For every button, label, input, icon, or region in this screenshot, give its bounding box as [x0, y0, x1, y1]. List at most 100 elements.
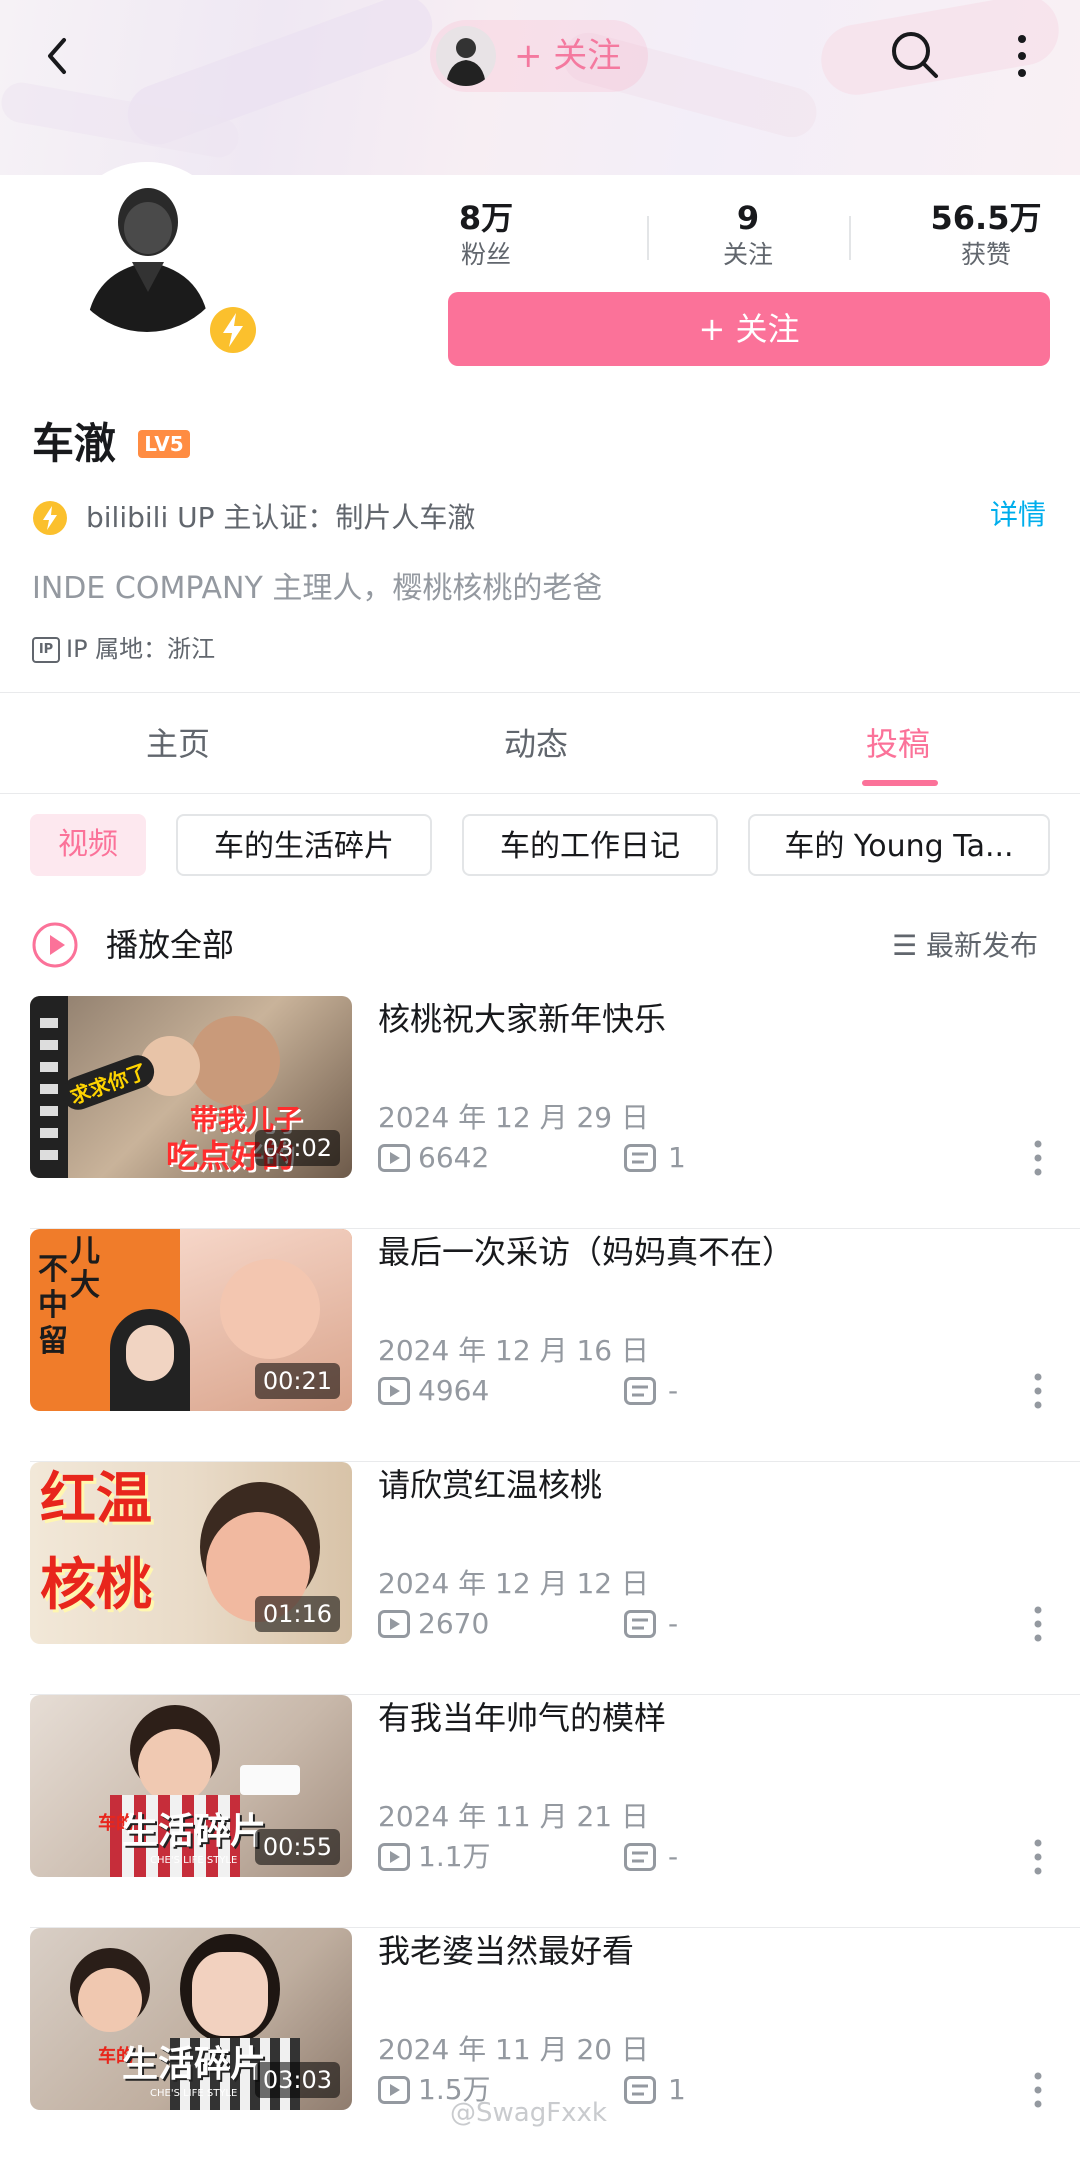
- stat-following-label: 关注: [722, 240, 773, 269]
- tab-home[interactable]: 主页: [146, 720, 210, 768]
- video-duration: 00:21: [254, 1363, 340, 1399]
- divider: [0, 793, 1080, 794]
- chip-videos[interactable]: 视频: [30, 814, 146, 876]
- video-item[interactable]: 红温 核桃 01:16 请欣赏红温核桃 2024 年 12 月 12 日 267…: [0, 1462, 1080, 1695]
- thumb-caption: 留: [38, 1324, 68, 1359]
- play-count: 4964: [418, 1374, 490, 1407]
- video-date: 2024 年 11 月 20 日: [378, 2033, 650, 2066]
- danmaku-count: 1: [668, 2073, 686, 2106]
- profile-name: 车澈: [32, 419, 117, 468]
- chip-life-fragments[interactable]: 车的生活碎片: [176, 814, 432, 876]
- stat-following[interactable]: 9 关注: [668, 198, 828, 272]
- back-arrow-icon[interactable]: [40, 34, 76, 78]
- video-date: 2024 年 12 月 29 日: [378, 1101, 650, 1134]
- stat-following-value: 9: [736, 199, 760, 237]
- video-title[interactable]: 请欣赏红温核桃: [378, 1462, 602, 1508]
- video-meta: 6642 1: [378, 1138, 1038, 1178]
- video-meta: 2670 -: [378, 1604, 1038, 1644]
- divider: [0, 692, 1080, 693]
- video-more-icon[interactable]: [1032, 1604, 1044, 1644]
- thumb-subcaption: CHE'S LIFE STYLE: [150, 1855, 238, 1866]
- ip-badge: IP: [32, 637, 60, 663]
- video-thumbnail[interactable]: 车的 生活碎片 CHE'S LIFE STYLE 03:03: [30, 1928, 352, 2110]
- video-date: 2024 年 12 月 16 日: [378, 1334, 650, 1367]
- level-badge: LV5: [138, 430, 190, 458]
- header-follow-label: + 关注: [514, 36, 622, 76]
- video-title[interactable]: 最后一次采访（妈妈真不在）: [378, 1229, 794, 1275]
- video-title[interactable]: 有我当年帅气的模样: [378, 1695, 666, 1741]
- detail-link[interactable]: 详情: [990, 495, 1046, 535]
- video-more-icon[interactable]: [1032, 1138, 1044, 1178]
- thumb-caption: 儿: [70, 1234, 100, 1269]
- play-count-icon: [378, 1144, 410, 1172]
- thumb-caption: 红温: [40, 1467, 152, 1532]
- video-title[interactable]: 我老婆当然最好看: [378, 1928, 634, 1974]
- play-count: 2670: [418, 1607, 490, 1640]
- stat-fans-value: 8万: [458, 199, 514, 237]
- video-title[interactable]: 核桃祝大家新年快乐: [378, 996, 666, 1042]
- video-more-icon[interactable]: [1032, 1837, 1044, 1877]
- lightning-icon: [33, 501, 67, 535]
- video-duration: 03:02: [254, 1130, 340, 1166]
- play-count-icon: [378, 2076, 410, 2104]
- thumb-caption: 不: [38, 1252, 68, 1287]
- video-duration: 00:55: [254, 1829, 340, 1865]
- thumb-caption: 大: [70, 1268, 100, 1303]
- video-date: 2024 年 11 月 21 日: [378, 1800, 650, 1833]
- stat-likes-label: 获赞: [960, 240, 1011, 269]
- danmaku-icon: [624, 1144, 656, 1172]
- thumb-caption: 生活碎片: [122, 2044, 267, 2085]
- chip-work-diary[interactable]: 车的工作日记: [462, 814, 718, 876]
- video-more-icon[interactable]: [1032, 2070, 1044, 2110]
- danmaku-count: -: [668, 1607, 679, 1640]
- chip-young-talk[interactable]: 车的 Young Ta...: [748, 814, 1050, 876]
- danmaku-icon: [624, 1843, 656, 1871]
- more-options-icon[interactable]: [1012, 32, 1032, 80]
- video-more-icon[interactable]: [1032, 1371, 1044, 1411]
- video-date: 2024 年 12 月 12 日: [378, 1567, 650, 1600]
- danmaku-icon: [624, 2076, 656, 2104]
- play-all-icon[interactable]: [32, 922, 78, 968]
- video-thumbnail[interactable]: 车的 生活碎片 CHE'S LIFE STYLE 00:55: [30, 1695, 352, 1877]
- certification-text: bilibili UP 主认证：制片人车澈: [86, 501, 476, 534]
- verified-badge: [207, 304, 259, 356]
- ip-location-text: IP 属地：浙江: [66, 635, 216, 663]
- play-count-icon: [378, 1843, 410, 1871]
- play-all-label[interactable]: 播放全部: [106, 922, 234, 968]
- video-thumbnail[interactable]: 求求你了 带我儿子 吃点好的 03:02: [30, 996, 352, 1178]
- top-navigation-bar: + 关注: [0, 0, 1080, 110]
- thumb-caption: 生活碎片: [122, 1811, 267, 1852]
- stat-divider: [647, 216, 649, 260]
- video-duration: 03:03: [254, 2062, 340, 2098]
- watermark: @SwagFxxk: [450, 2098, 607, 2128]
- stat-likes[interactable]: 56.5万 获赞: [906, 198, 1066, 272]
- thumb-subcaption: CHE'S LIFE STYLE: [150, 2088, 238, 2099]
- stat-divider: [849, 216, 851, 260]
- danmaku-count: -: [668, 1374, 679, 1407]
- video-item[interactable]: 求求你了 带我儿子 吃点好的 03:02 核桃祝大家新年快乐 2024 年 12…: [0, 996, 1080, 1229]
- tab-submissions[interactable]: 投稿: [866, 720, 930, 768]
- header-avatar: [436, 26, 496, 86]
- video-item[interactable]: 车的 生活碎片 CHE'S LIFE STYLE 00:55 有我当年帅气的模样…: [0, 1695, 1080, 1928]
- search-icon[interactable]: [888, 28, 942, 82]
- stat-fans[interactable]: 8万 粉丝: [406, 198, 566, 272]
- danmaku-count: -: [668, 1840, 679, 1873]
- sort-dropdown[interactable]: ☰ 最新发布: [892, 924, 1038, 968]
- play-count-icon: [378, 1610, 410, 1638]
- play-count: 6642: [418, 1141, 490, 1174]
- video-thumbnail[interactable]: 儿 大 不 中 留 00:21: [30, 1229, 352, 1411]
- header-follow-button[interactable]: + 关注: [430, 20, 648, 92]
- thumb-caption: 中: [38, 1288, 68, 1323]
- danmaku-count: 1: [668, 1141, 686, 1174]
- stat-fans-label: 粉丝: [460, 240, 511, 269]
- tab-dynamics[interactable]: 动态: [504, 720, 568, 768]
- video-thumbnail[interactable]: 红温 核桃 01:16: [30, 1462, 352, 1644]
- profile-bio: INDE COMPANY 主理人，樱桃核桃的老爸: [32, 571, 603, 606]
- video-item[interactable]: 儿 大 不 中 留 00:21 最后一次采访（妈妈真不在） 2024 年 12 …: [0, 1229, 1080, 1462]
- stat-likes-value: 56.5万: [930, 199, 1042, 237]
- active-tab-indicator: [862, 780, 938, 786]
- play-count: 1.1万: [418, 1840, 491, 1873]
- follow-button[interactable]: + 关注: [448, 292, 1050, 366]
- thumb-caption: 核桃: [40, 1553, 152, 1618]
- danmaku-icon: [624, 1377, 656, 1405]
